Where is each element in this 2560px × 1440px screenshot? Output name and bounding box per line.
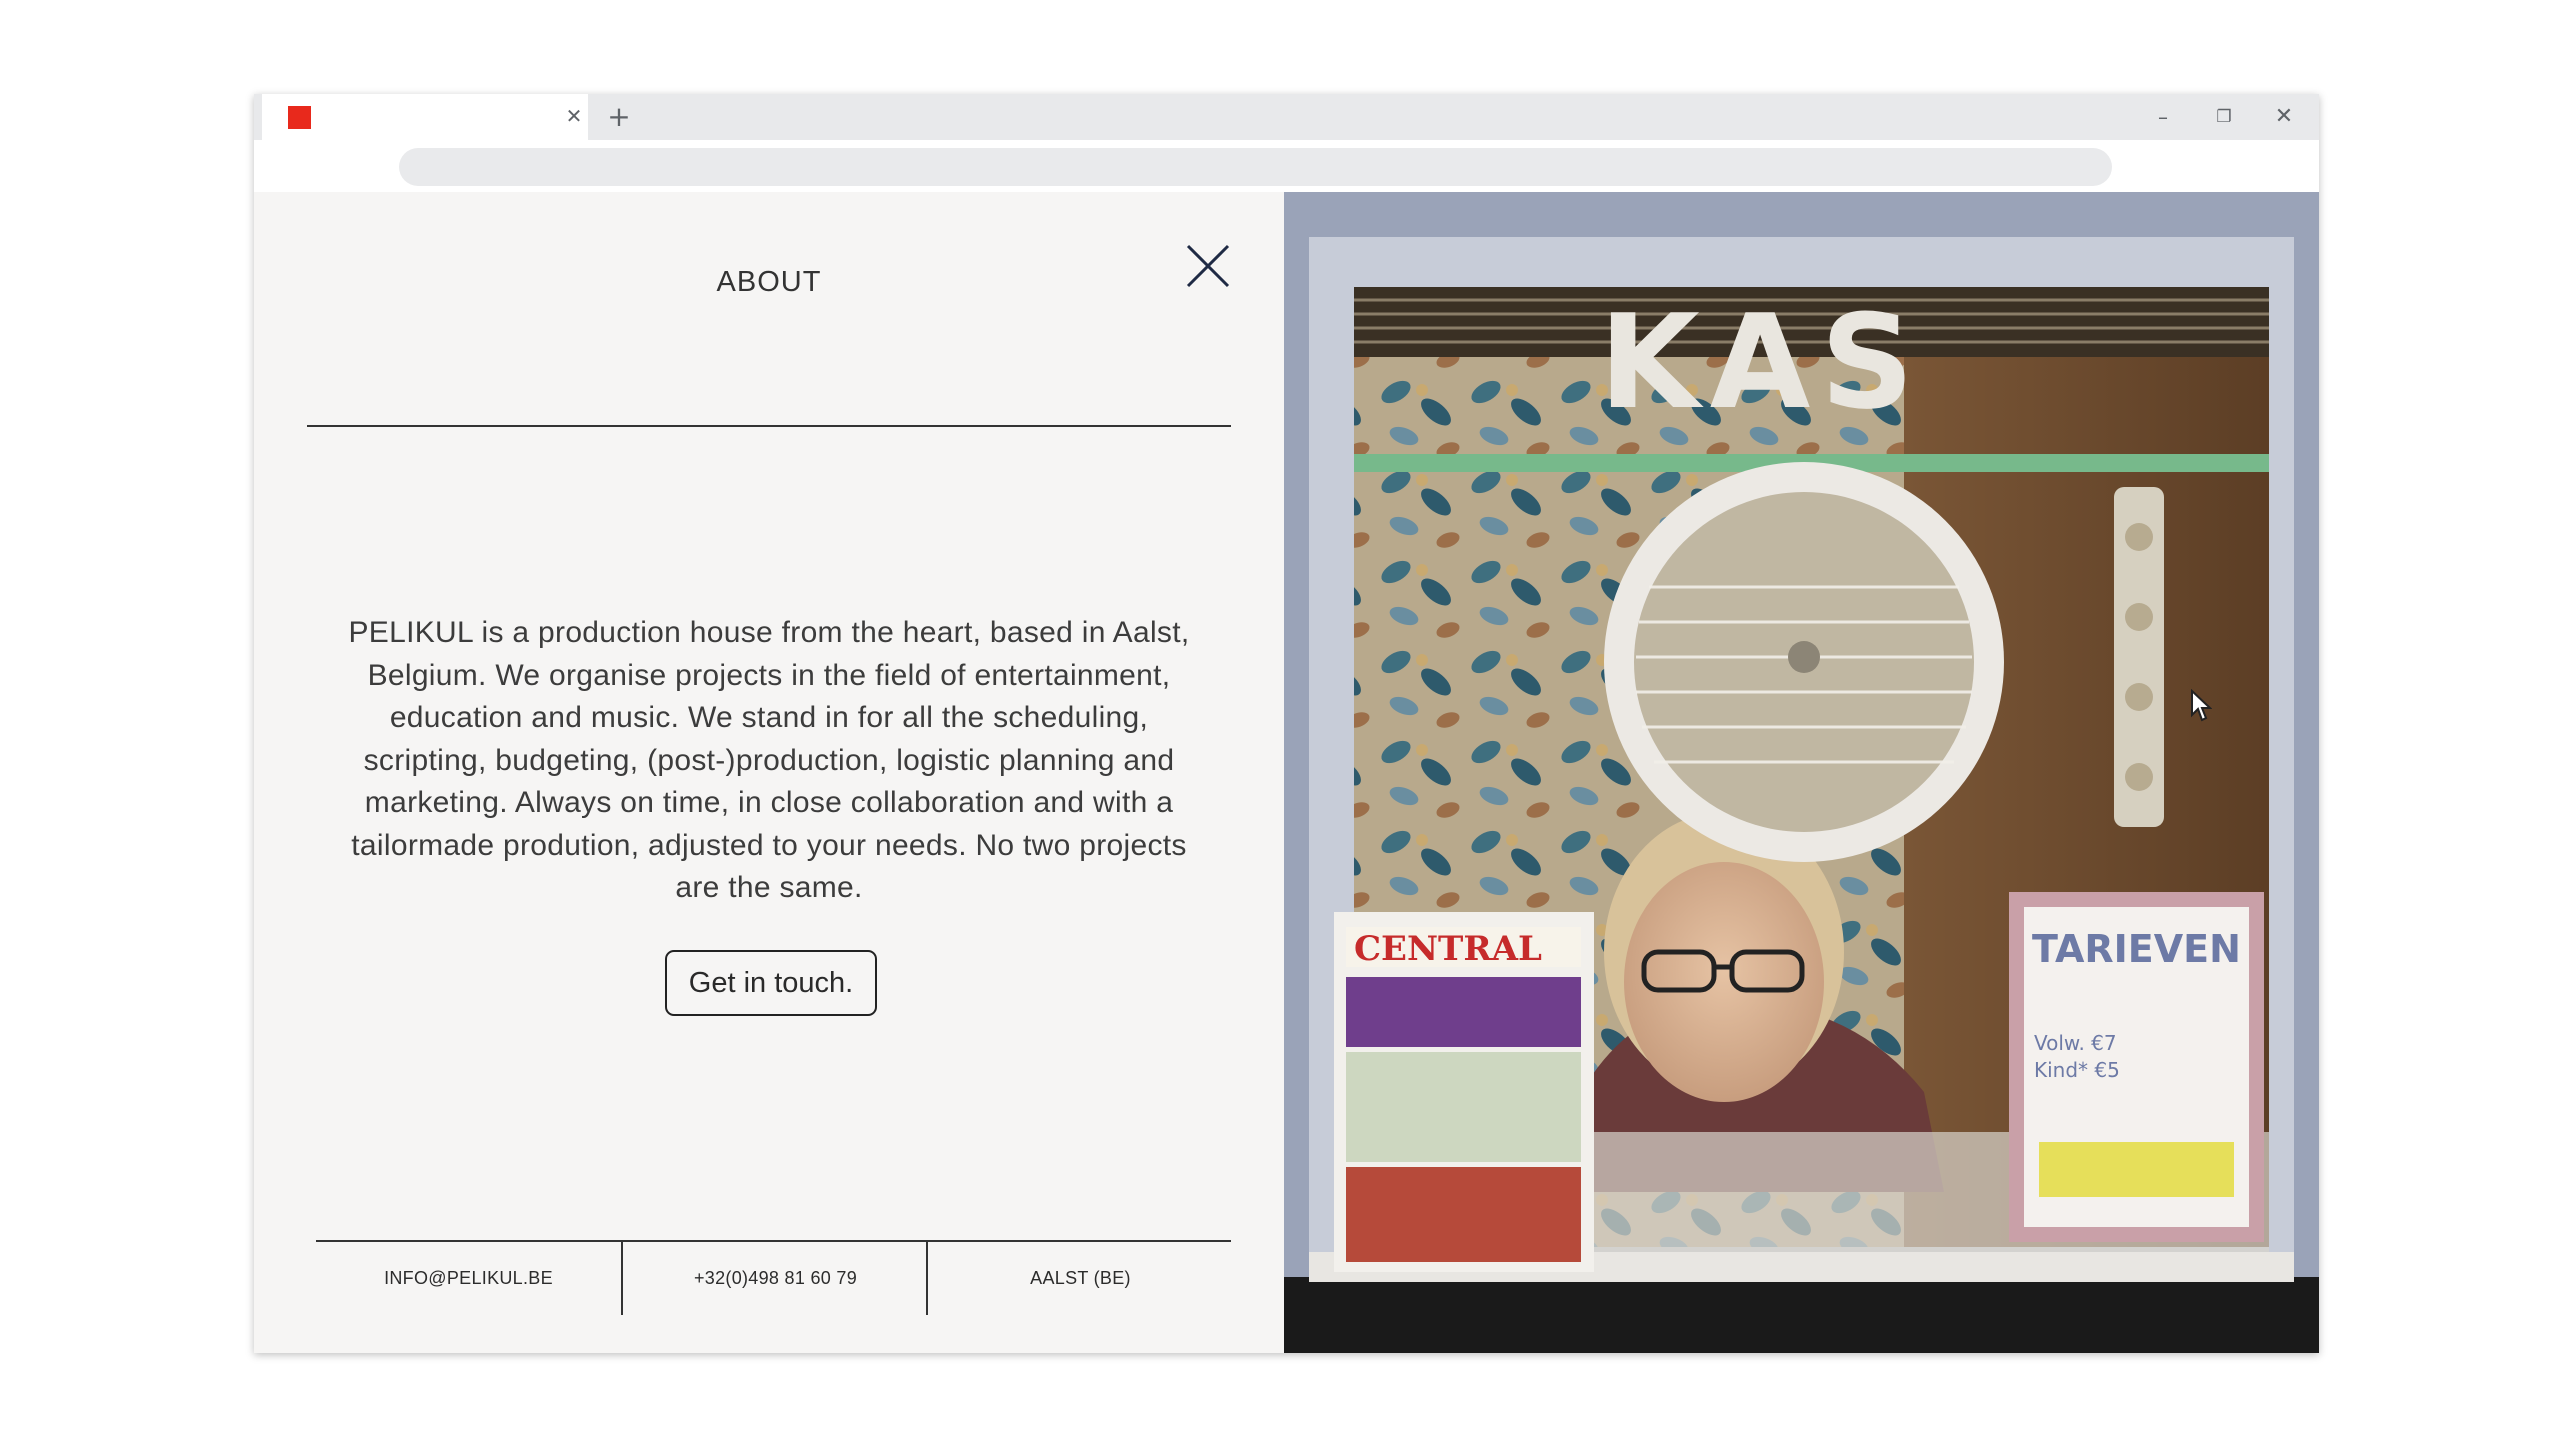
- about-description: PELIKUL is a production house from the h…: [348, 616, 1190, 904]
- svg-text:KAS: KAS: [1599, 286, 1924, 438]
- restore-icon[interactable]: ❐: [2204, 100, 2244, 134]
- close-x-icon[interactable]: [1184, 242, 1232, 290]
- contact-footer: INFO@PELIKUL.BE +32(0)498 81 60 79 AALST…: [316, 1240, 1231, 1315]
- window-close-icon[interactable]: ✕: [2264, 100, 2304, 134]
- mouse-cursor-icon: [2191, 689, 2212, 722]
- minimize-icon[interactable]: –: [2143, 100, 2183, 134]
- title-divider: [307, 425, 1231, 427]
- email-link[interactable]: INFO@PELIKUL.BE: [316, 1242, 621, 1315]
- page-content: ABOUT PELIKUL is a production house from…: [254, 192, 2319, 1353]
- tab-strip: ✕ + – ❐ ✕: [254, 94, 2319, 140]
- svg-text:Kind* €5: Kind* €5: [2034, 1058, 2120, 1082]
- get-in-touch-button[interactable]: Get in touch.: [665, 950, 877, 1016]
- browser-window: ✕ + – ❐ ✕ ABOUT PELIKUL is a production …: [254, 94, 2319, 1353]
- svg-text:Volw. €7: Volw. €7: [2034, 1031, 2117, 1055]
- photo-illustration: KAS CENTRAL TARIEVEN Volw. €7 Kind* €5: [1284, 192, 2319, 1353]
- address-bar-input[interactable]: [399, 148, 2112, 186]
- svg-text:CENTRAL: CENTRAL: [1354, 929, 1542, 969]
- phone-link[interactable]: +32(0)498 81 60 79: [621, 1242, 928, 1315]
- new-tab-button[interactable]: +: [604, 102, 634, 132]
- location-label: AALST (BE): [926, 1242, 1233, 1315]
- ticket-booth-photo: KAS CENTRAL TARIEVEN Volw. €7 Kind* €5: [1284, 192, 2319, 1353]
- tab-close-icon[interactable]: ✕: [562, 104, 586, 128]
- about-panel: ABOUT PELIKUL is a production house from…: [254, 192, 1284, 1353]
- page-title: ABOUT: [716, 266, 822, 298]
- svg-text:TARIEVEN: TARIEVEN: [2032, 927, 2241, 971]
- favicon-icon: [288, 106, 311, 129]
- browser-tab[interactable]: ✕: [262, 94, 588, 140]
- browser-toolbar: [254, 140, 2319, 186]
